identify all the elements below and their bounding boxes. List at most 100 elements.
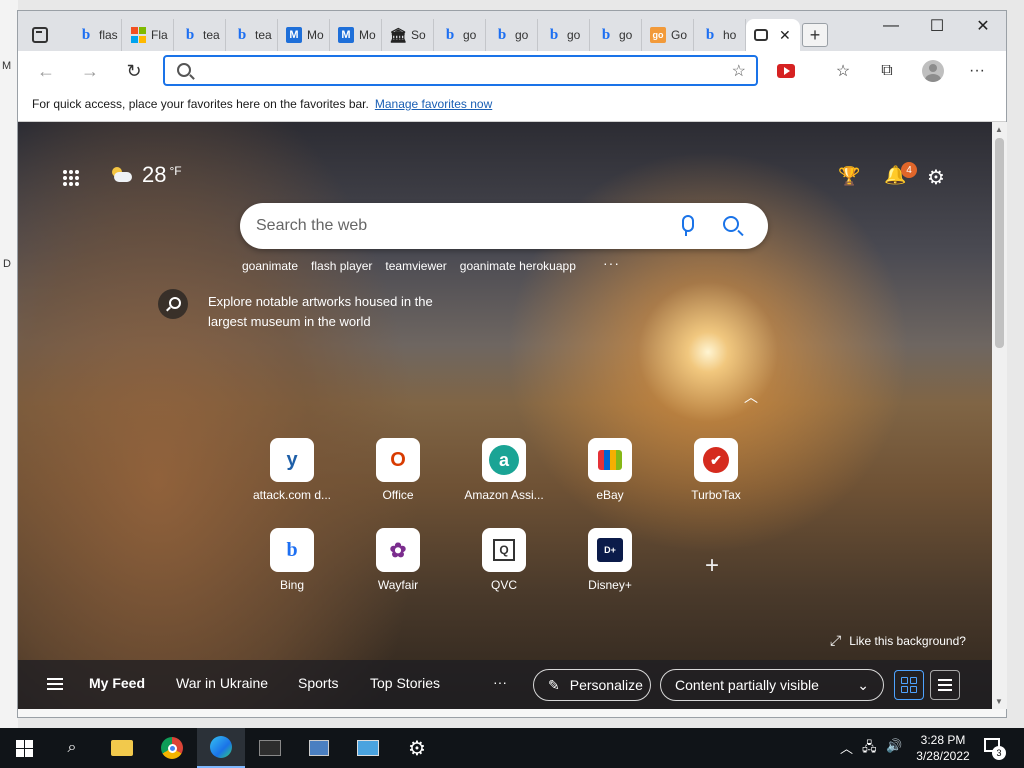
tab[interactable]: b tea [226,19,278,51]
network-icon[interactable]: 🖧 [862,738,877,760]
quick-link-tile[interactable]: D+ Disney+ [565,528,655,592]
office-icon: O [376,438,420,482]
add-favorite-icon[interactable]: ☆ [732,61,746,81]
start-button[interactable] [0,728,48,768]
profile-avatar[interactable] [920,59,946,83]
hamburger-menu-icon[interactable] [47,678,63,690]
new-tab-button[interactable]: + [802,23,828,47]
taskbar: ⌕ ⚙ ︿ 🖧 🔊 3:28 PM 3/28/2022 3 [0,728,1024,768]
list-view-button[interactable] [930,670,960,700]
microphone-icon[interactable] [680,215,694,237]
tab-label: tea [203,28,220,42]
youtube-extension-icon[interactable] [773,59,799,83]
tab-actions-icon[interactable] [32,27,48,43]
volume-icon[interactable]: 🔊 [886,738,902,754]
more-menu-icon[interactable]: ··· [964,59,990,83]
quick-link-tile[interactable]: b Bing [247,528,337,592]
temperature: 28 [142,162,167,187]
file-explorer-button[interactable] [98,728,146,768]
chevron-up-icon[interactable]: ︿ [744,387,758,407]
tab[interactable]: b tea [174,19,226,51]
collections-icon[interactable]: ⧉ [874,59,900,83]
network-app-button[interactable] [295,728,343,768]
wayfair-icon: ✿ [376,528,420,572]
back-button[interactable]: ← [32,57,60,85]
scroll-down-icon[interactable]: ▼ [995,697,1003,706]
tab[interactable]: 🏛 So [382,19,434,51]
address-input[interactable] [199,61,719,81]
close-tab-icon[interactable]: ✕ [779,27,791,44]
scrollbar-thumb[interactable] [995,138,1004,348]
tab[interactable]: M Mo [330,19,382,51]
tab-label: So [411,28,426,42]
like-background-link[interactable]: ⤢ Like this background? [830,632,966,649]
toolbar: ← → ↻ ☆ ☆ ⧉ ··· [18,51,1006,91]
search-taskbar-button[interactable]: ⌕ [48,728,96,768]
tab[interactable]: Fla [122,19,174,51]
more-feeds-icon[interactable]: ··· [493,674,507,690]
web-search-input[interactable] [256,215,656,237]
forward-button[interactable]: → [76,57,104,85]
more-trending-icon[interactable]: ··· [603,255,620,271]
trending-item[interactable]: teamviewer [385,259,446,273]
bing-icon: b [705,26,715,43]
maximize-icon[interactable]: ☐ [914,11,960,41]
gear-icon[interactable]: ⚙ [927,165,945,190]
edge-button[interactable] [197,728,245,768]
personalize-button[interactable]: ✎ Personalize [533,669,651,701]
trending-item[interactable]: goanimate herokuapp [460,259,576,273]
rewards-icon[interactable]: 🏆 [838,166,860,187]
chevron-up-icon[interactable]: ︿ [840,738,853,757]
feed-tab-top-stories[interactable]: Top Stories [370,675,440,691]
tab-active[interactable]: ✕ [746,19,800,51]
tab[interactable]: b go [538,19,590,51]
desktop-letter: M [2,60,12,72]
refresh-button[interactable]: ↻ [120,57,148,85]
grid-view-button[interactable] [894,670,924,700]
chrome-button[interactable] [148,728,196,768]
feed-tab-war-in-ukraine[interactable]: War in Ukraine [176,675,268,691]
feed-bar: My Feed War in Ukraine Sports Top Storie… [18,660,992,709]
close-window-icon[interactable]: ✕ [960,11,1006,41]
quick-link-tile[interactable]: ✿ Wayfair [353,528,443,592]
trending-item[interactable]: goanimate [242,259,298,273]
page-scrollbar[interactable]: ▲ ▼ [992,122,1007,709]
app-launcher-icon[interactable] [63,170,79,186]
scroll-up-icon[interactable]: ▲ [995,125,1003,134]
tab[interactable]: b go [486,19,538,51]
trending-item[interactable]: flash player [311,259,372,273]
feed-tab-sports[interactable]: Sports [298,675,338,691]
search-icon[interactable] [158,289,188,319]
tab[interactable]: b go [590,19,642,51]
quick-link-tile[interactable]: O Office [353,438,443,502]
content-visibility-dropdown[interactable]: Content partially visible ⌄ [660,669,884,701]
weather-widget[interactable]: 28 °F [110,162,182,188]
tab[interactable]: M Mo [278,19,330,51]
tab[interactable]: b ho [694,19,746,51]
minimize-icon[interactable]: — [868,11,914,41]
feed-tab-my-feed[interactable]: My Feed [89,675,145,691]
control-panel-button[interactable] [344,728,392,768]
address-bar[interactable]: ☆ [163,55,758,86]
quick-link-tile[interactable]: y attack.com d... [247,438,337,502]
tab[interactable]: b flas [70,19,122,51]
computer-icon [309,740,329,756]
explore-link[interactable]: Explore notable artworks housed in the l… [208,292,468,332]
quick-link-tile[interactable]: Q QVC [459,528,549,592]
settings-button[interactable]: ⚙ [393,728,441,768]
edge-icon [210,736,232,758]
quick-link-tile[interactable]: a Amazon Assi... [459,438,549,502]
favorites-icon[interactable]: ☆ [830,59,856,83]
terminal-button[interactable] [246,728,294,768]
clock[interactable]: 3:28 PM 3/28/2022 [908,732,978,764]
manage-favorites-link[interactable]: Manage favorites now [375,97,492,111]
quick-link-tile[interactable]: ✔ TurboTax [671,438,761,502]
tab[interactable]: go Go [642,19,694,51]
tab[interactable]: b go [434,19,486,51]
add-quick-link-icon[interactable]: + [705,552,719,580]
search-icon[interactable] [723,216,739,232]
tile-label: TurboTax [691,488,741,502]
quick-link-tile[interactable]: eBay [565,438,655,502]
web-search-box[interactable] [240,203,768,249]
chevron-down-icon: ⌄ [857,676,869,693]
